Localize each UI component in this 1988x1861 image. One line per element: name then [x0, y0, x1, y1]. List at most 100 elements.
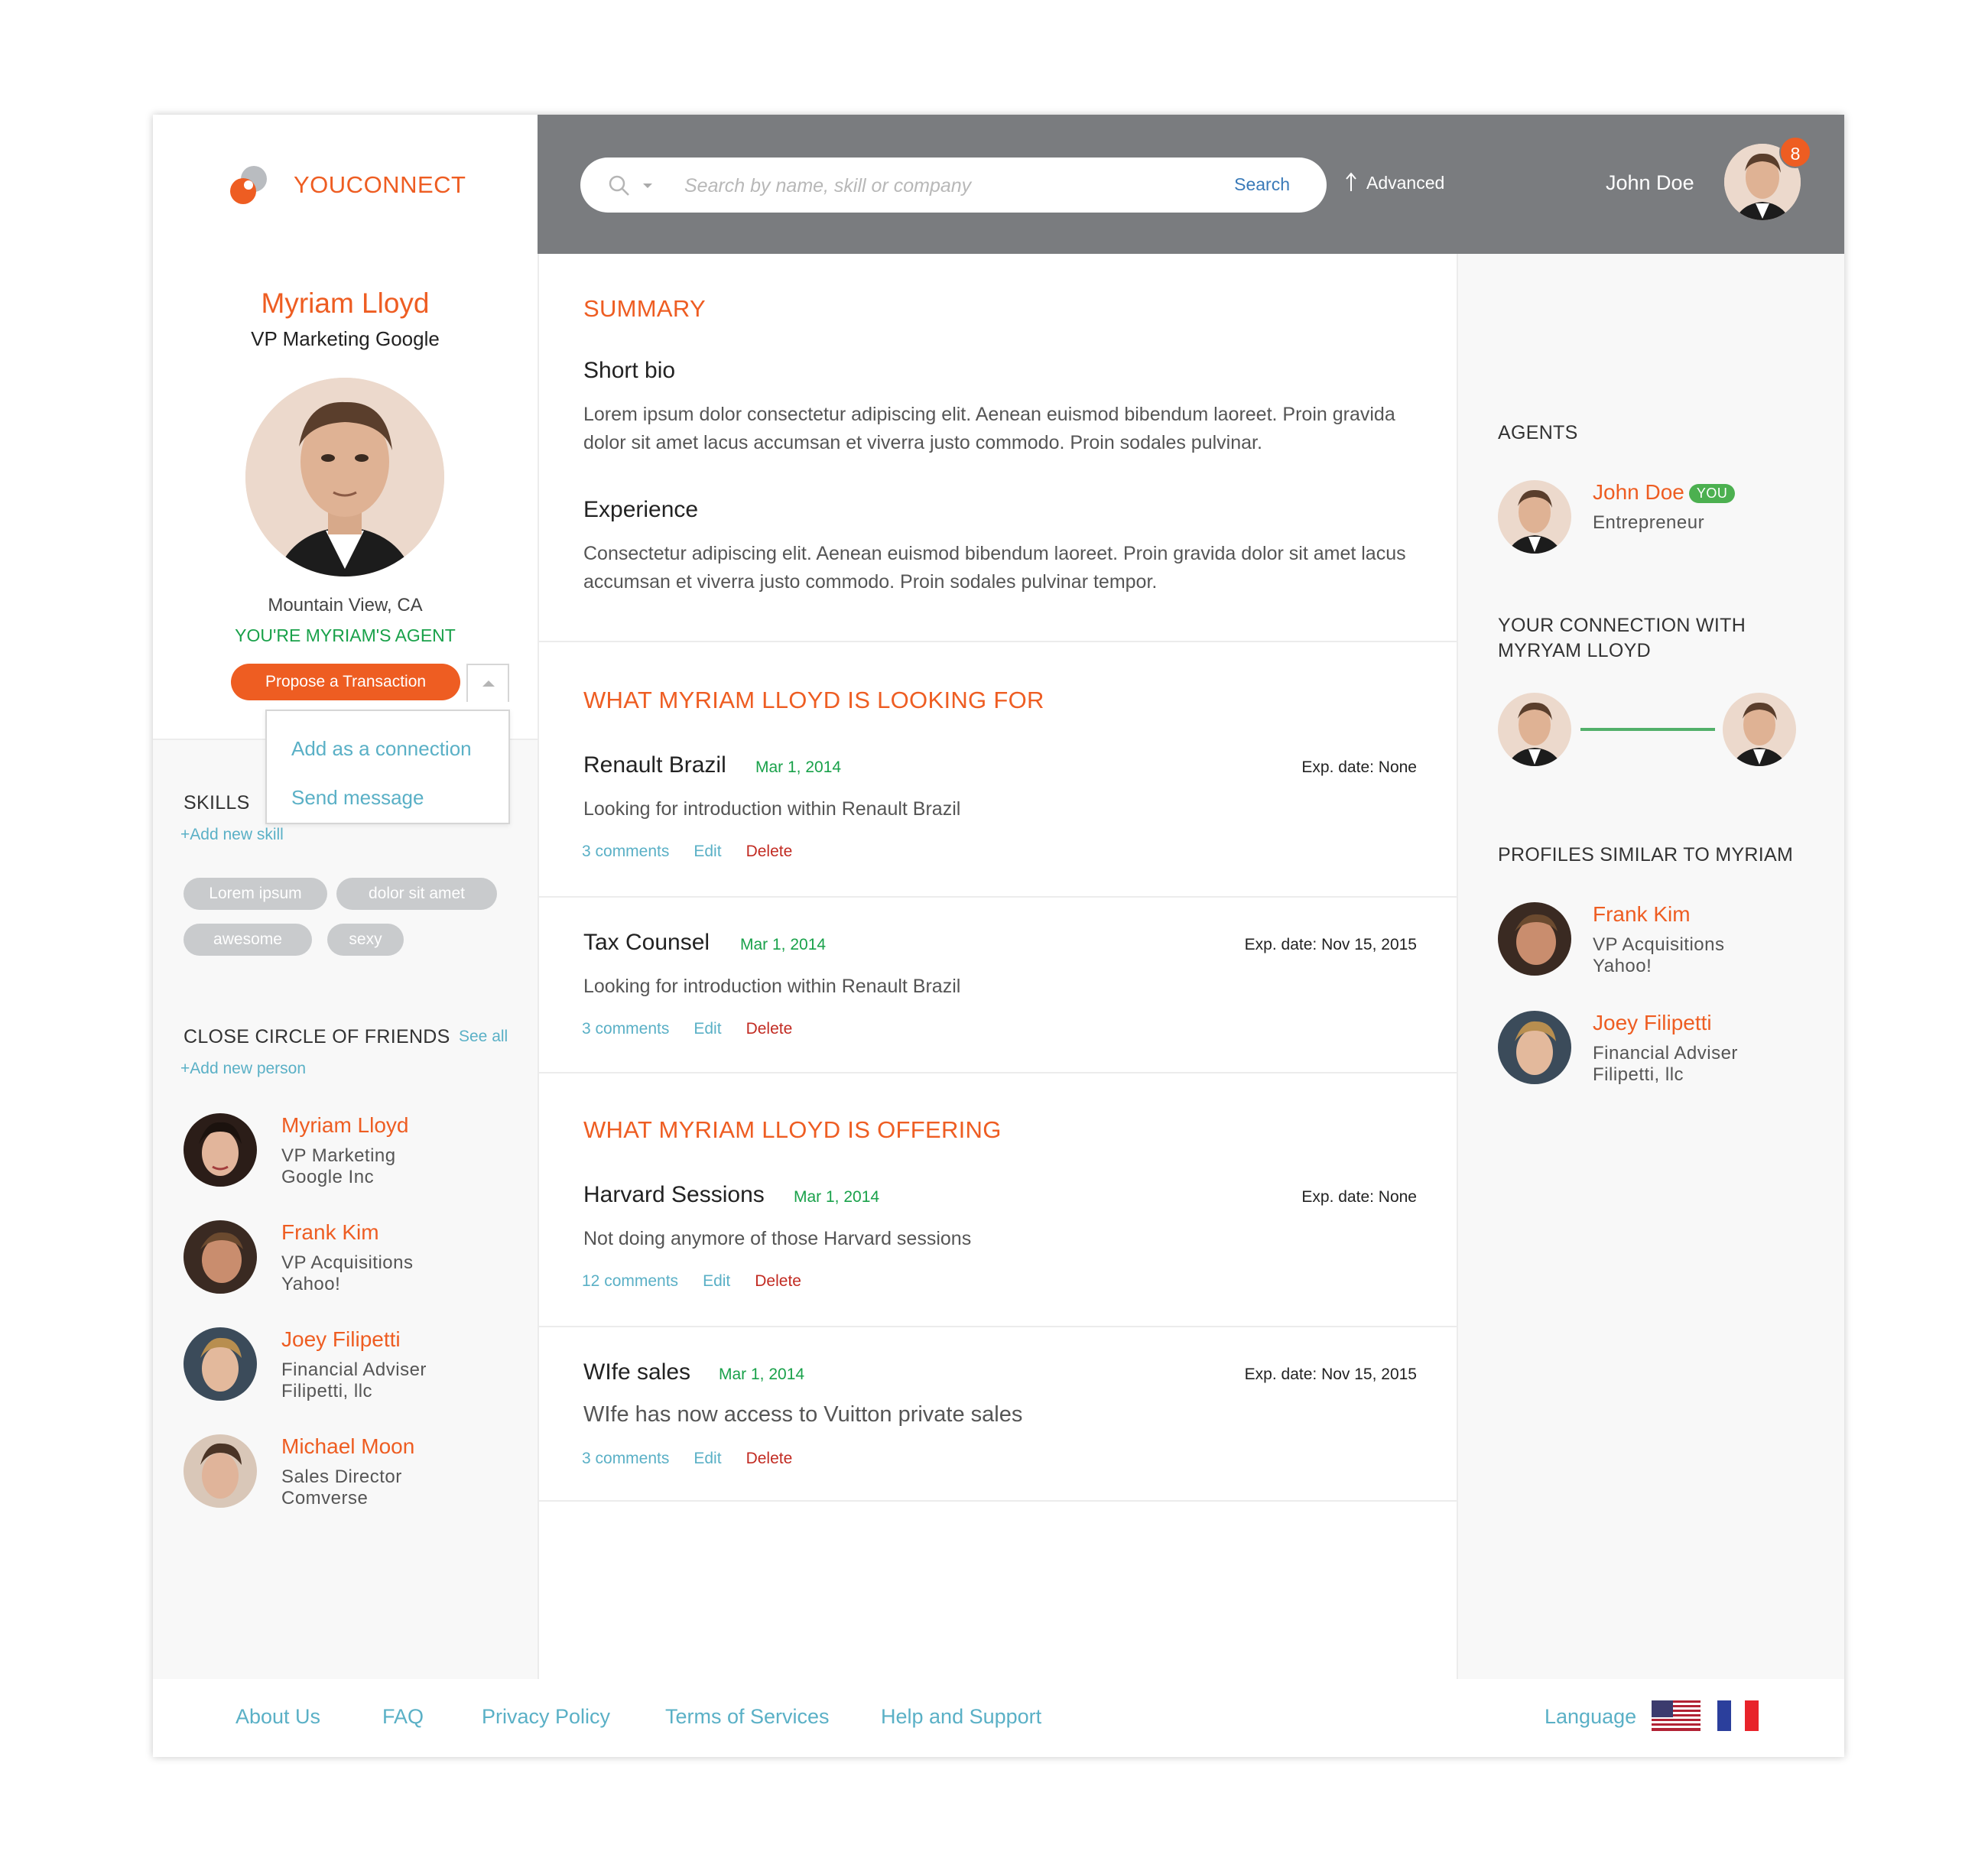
similar-heading: PROFILES SIMILAR TO MYRIAM	[1498, 844, 1794, 866]
listing-actions: 3 comments Edit Delete	[582, 1020, 817, 1038]
delete-link[interactable]: Delete	[746, 1450, 793, 1467]
summary-heading: SUMMARY	[583, 295, 706, 322]
listing-date: Mar 1, 2014	[719, 1366, 805, 1383]
listing-title[interactable]: Tax Counsel	[583, 930, 710, 956]
us-flag-icon[interactable]	[1652, 1700, 1701, 1731]
avatar	[184, 1220, 257, 1294]
notification-badge[interactable]: 8	[1779, 136, 1811, 168]
similar-item[interactable]: Frank Kim VP Acquisitions Yahoo!	[1498, 902, 1819, 986]
profile-card: YOUCONNECT Myriam Lloyd VP Marketing Goo…	[153, 115, 538, 740]
footer-link-faq[interactable]: FAQ	[382, 1705, 424, 1729]
comments-link[interactable]: 3 comments	[582, 1020, 669, 1038]
skill-chip[interactable]: sexy	[327, 924, 404, 956]
youconnect-logo-icon	[230, 166, 267, 204]
top-bar: Search Advanced John Doe 8	[538, 115, 1844, 254]
listing-exp-date: Exp. date: None	[1301, 1188, 1417, 1206]
france-flag-icon[interactable]	[1717, 1700, 1759, 1731]
divider	[539, 1326, 1457, 1327]
advanced-search-link[interactable]: Advanced	[1366, 173, 1444, 193]
right-sidebar: AGENTS John Doe YOU Entrepreneur YOUR CON…	[1457, 254, 1844, 1679]
listing-description: WIfe has now access to Vuitton private s…	[583, 1402, 1023, 1427]
edit-link[interactable]: Edit	[694, 1020, 721, 1038]
dropdown-add-connection[interactable]: Add as a connection	[291, 737, 472, 761]
actions-dropdown: Add as a connection Send message	[265, 710, 510, 824]
avatar	[1498, 480, 1571, 554]
skill-chip[interactable]: Lorem ipsum	[184, 878, 327, 910]
friend-name[interactable]: Frank Kim	[281, 1220, 379, 1245]
listing-description: Looking for introduction within Renault …	[583, 798, 961, 820]
listing-title[interactable]: Harvard Sessions	[583, 1182, 765, 1208]
friend-name[interactable]: Michael Moon	[281, 1434, 414, 1459]
add-skill-link[interactable]: +Add new skill	[180, 826, 284, 844]
avatar	[1498, 902, 1571, 976]
comments-link[interactable]: 12 comments	[582, 1272, 678, 1290]
footer-link-privacy[interactable]: Privacy Policy	[482, 1705, 610, 1729]
skill-chip[interactable]: dolor sit amet	[336, 878, 497, 910]
footer-link-help[interactable]: Help and Support	[881, 1705, 1041, 1729]
friend-role: Financial Adviser	[281, 1359, 427, 1380]
listing-title[interactable]: Renault Brazil	[583, 752, 726, 778]
friend-name[interactable]: Myriam Lloyd	[281, 1113, 408, 1138]
search-icon[interactable]	[608, 174, 631, 197]
edit-link[interactable]: Edit	[694, 843, 721, 860]
delete-link[interactable]: Delete	[746, 843, 793, 860]
similar-name[interactable]: Joey Filipetti	[1593, 1011, 1712, 1035]
listing-description: Looking for introduction within Renault …	[583, 976, 961, 997]
edit-link[interactable]: Edit	[703, 1272, 730, 1290]
footer-link-terms[interactable]: Terms of Services	[665, 1705, 830, 1729]
add-person-link[interactable]: +Add new person	[180, 1060, 306, 1078]
connection-line	[1580, 728, 1715, 731]
your-avatar[interactable]	[1498, 693, 1571, 766]
agent-item[interactable]: John Doe YOU Entrepreneur	[1498, 480, 1819, 564]
agent-status: YOU'RE MYRIAM'S AGENT	[235, 625, 456, 645]
listing-description: Not doing anymore of those Harvard sessi…	[583, 1228, 972, 1249]
short-bio-text: Lorem ipsum dolor consectetur adipiscing…	[583, 404, 1395, 453]
comments-link[interactable]: 3 comments	[582, 843, 669, 860]
friend-role: Sales Director	[281, 1466, 402, 1487]
friend-item[interactable]: Frank Kim VP Acquisitions Yahoo!	[184, 1220, 520, 1304]
brand-name[interactable]: YOUCONNECT	[294, 171, 466, 199]
search-button[interactable]: Search	[1234, 174, 1290, 195]
similar-org: Filipetti, llc	[1593, 1064, 1684, 1085]
dropdown-send-message[interactable]: Send message	[291, 786, 424, 810]
listing-exp-date: Exp. date: Nov 15, 2015	[1244, 1366, 1417, 1383]
divider	[539, 1072, 1457, 1073]
friend-org: Filipetti, llc	[281, 1381, 373, 1401]
delete-link[interactable]: Delete	[755, 1272, 801, 1290]
similar-name[interactable]: Frank Kim	[1593, 902, 1691, 927]
connection-heading: YOUR CONNECTION WITH MYRYAM LLOYD	[1498, 615, 1746, 661]
friend-item[interactable]: Michael Moon Sales Director Comverse	[184, 1434, 520, 1518]
more-actions-toggle[interactable]	[466, 664, 509, 702]
listing-actions: 3 comments Edit Delete	[582, 843, 817, 861]
friend-item[interactable]: Joey Filipetti Financial Adviser Filipet…	[184, 1327, 520, 1411]
short-bio-heading: Short bio	[583, 358, 676, 383]
caret-up-icon	[482, 680, 495, 687]
agents-heading: AGENTS	[1498, 422, 1578, 443]
delete-link[interactable]: Delete	[746, 1020, 793, 1038]
similar-item[interactable]: Joey Filipetti Financial Adviser Filipet…	[1498, 1011, 1819, 1095]
search-input[interactable]	[683, 171, 1191, 200]
target-avatar[interactable]	[1723, 693, 1796, 766]
agent-name-text[interactable]: John Doe	[1593, 480, 1684, 504]
current-user-name[interactable]: John Doe	[1606, 171, 1694, 195]
listing-title[interactable]: WIfe sales	[583, 1359, 690, 1385]
edit-link[interactable]: Edit	[694, 1450, 721, 1467]
propose-transaction-button[interactable]: Propose a Transaction	[231, 664, 460, 700]
friend-name[interactable]: Joey Filipetti	[281, 1327, 401, 1352]
main-content: SUMMARY Short bio Lorem ipsum dolor cons…	[539, 254, 1457, 1679]
experience-heading: Experience	[583, 497, 699, 522]
comments-link[interactable]: 3 comments	[582, 1450, 669, 1467]
looking-for-heading: WHAT MYRIAM LLOYD IS LOOKING FOR	[583, 687, 1044, 713]
arrow-up-icon	[1346, 172, 1356, 191]
footer-link-about[interactable]: About Us	[236, 1705, 320, 1729]
see-all-link[interactable]: See all	[459, 1028, 508, 1046]
similar-org: Yahoo!	[1593, 956, 1652, 976]
listing-date: Mar 1, 2014	[755, 758, 842, 776]
listing-date: Mar 1, 2014	[794, 1188, 880, 1206]
agent-name[interactable]: John Doe YOU	[1593, 480, 1736, 505]
friends-heading: CLOSE CIRCLE OF FRIENDS	[184, 1026, 450, 1047]
chevron-down-icon[interactable]	[643, 184, 652, 188]
offering-heading: WHAT MYRIAM LLOYD IS OFFERING	[583, 1116, 1002, 1143]
skill-chip[interactable]: awesome	[184, 924, 312, 956]
friend-item[interactable]: Myriam Lloyd VP Marketing Google Inc	[184, 1113, 520, 1197]
